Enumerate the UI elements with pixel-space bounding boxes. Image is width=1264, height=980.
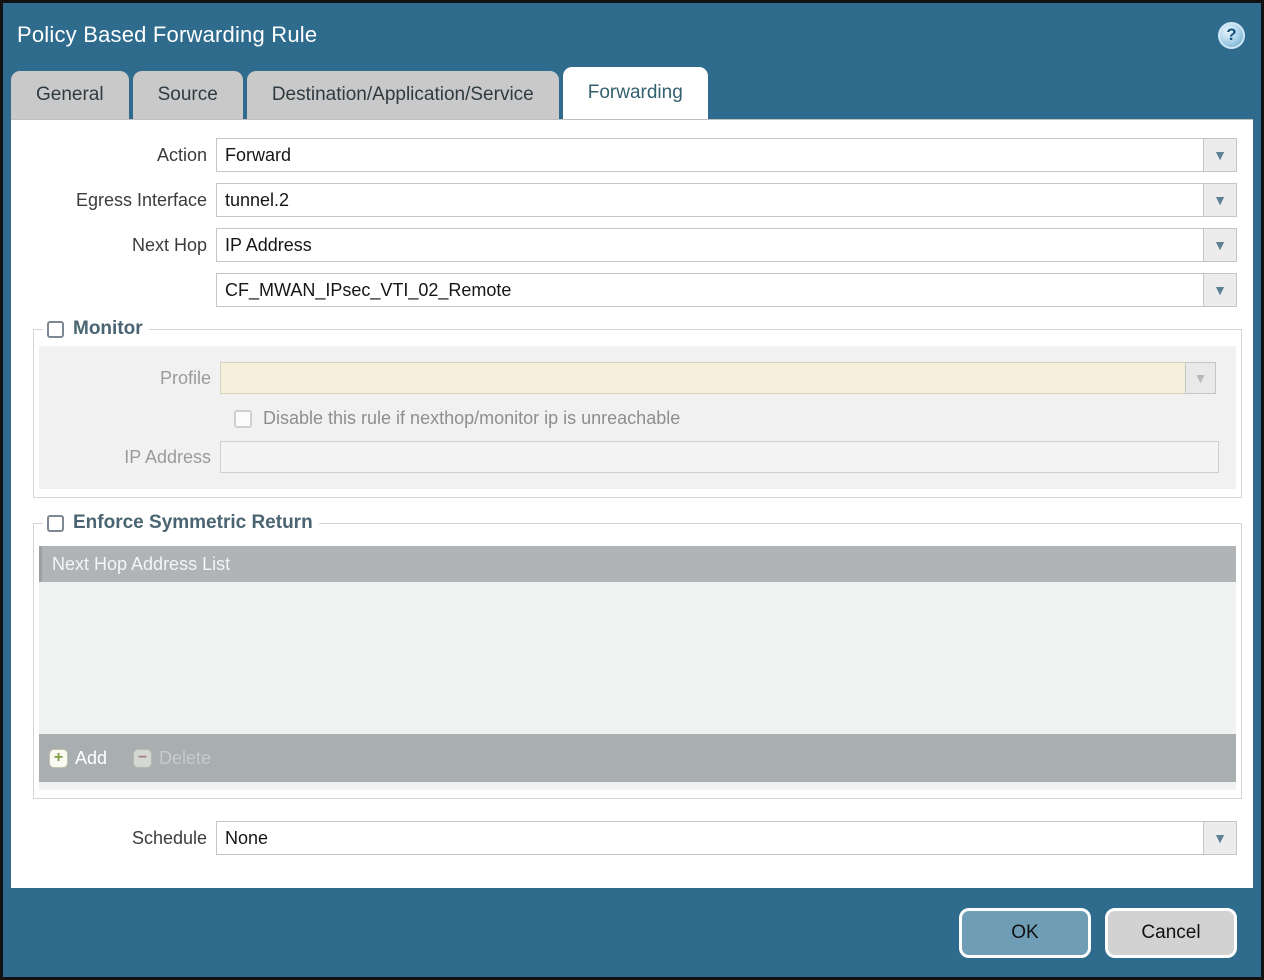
next-hop-dropdown-button[interactable]: ▼	[1203, 228, 1237, 262]
dialog-footer: OK Cancel	[3, 888, 1261, 977]
next-hop-label: Next Hop	[11, 235, 216, 256]
chevron-down-icon: ▼	[1194, 371, 1208, 385]
cancel-button[interactable]: Cancel	[1105, 908, 1237, 958]
next-hop-address-list-table: Next Hop Address List + Add − Delete	[39, 546, 1236, 790]
schedule-combo: ▼	[216, 821, 1237, 855]
title-bar: Policy Based Forwarding Rule ?	[3, 3, 1261, 67]
monitor-checkbox[interactable]	[47, 321, 64, 338]
next-hop-combo: ▼	[216, 228, 1237, 262]
monitor-ip-address-input	[220, 441, 1219, 473]
monitor-legend: Monitor	[43, 318, 149, 340]
monitor-ip-address-row: IP Address	[39, 441, 1226, 473]
monitor-section: Profile ▼ Disable this rule if nexthop/m…	[39, 346, 1236, 489]
next-hop-address-dropdown-button[interactable]: ▼	[1203, 273, 1237, 307]
tab-forwarding[interactable]: Forwarding	[563, 67, 708, 119]
help-icon[interactable]: ?	[1218, 22, 1245, 49]
chevron-down-icon: ▼	[1213, 193, 1227, 207]
add-plus-icon: +	[49, 749, 68, 768]
next-hop-address-row: ▼	[11, 273, 1253, 307]
next-hop-type-input[interactable]	[216, 228, 1204, 262]
action-combo: ▼	[216, 138, 1237, 172]
next-hop-address-list-body[interactable]	[39, 582, 1236, 734]
monitor-legend-label: Monitor	[73, 318, 143, 340]
chevron-down-icon: ▼	[1213, 283, 1227, 297]
next-hop-row: Next Hop ▼	[11, 228, 1253, 262]
profile-dropdown-button: ▼	[1185, 362, 1216, 394]
monitor-ip-address-label: IP Address	[39, 447, 220, 468]
add-button-label: Add	[75, 748, 107, 769]
tab-destination-application-service-label: Destination/Application/Service	[272, 84, 534, 106]
schedule-dropdown-button[interactable]: ▼	[1203, 821, 1237, 855]
schedule-label: Schedule	[11, 828, 216, 849]
ok-button[interactable]: OK	[959, 908, 1091, 958]
enforce-symmetric-return-legend: Enforce Symmetric Return	[43, 512, 319, 534]
enforce-symmetric-return-fieldset: Enforce Symmetric Return Next Hop Addres…	[33, 512, 1242, 799]
delete-minus-icon: −	[133, 749, 152, 768]
action-input[interactable]	[216, 138, 1204, 172]
disable-rule-checkbox	[234, 410, 252, 428]
next-hop-address-combo: ▼	[216, 273, 1237, 307]
enforce-symmetric-return-checkbox[interactable]	[47, 515, 64, 532]
egress-interface-row: Egress Interface ▼	[11, 183, 1253, 217]
profile-label: Profile	[39, 368, 220, 389]
schedule-row: Schedule ▼	[11, 821, 1253, 855]
enforce-symmetric-return-legend-label: Enforce Symmetric Return	[73, 512, 313, 534]
chevron-down-icon: ▼	[1213, 831, 1227, 845]
tab-source[interactable]: Source	[133, 71, 243, 119]
tab-general-label: General	[36, 84, 104, 106]
policy-based-forwarding-rule-dialog: Policy Based Forwarding Rule ? General S…	[0, 0, 1264, 980]
table-toolbar: + Add − Delete	[39, 734, 1236, 782]
chevron-down-icon: ▼	[1213, 238, 1227, 252]
tab-source-label: Source	[158, 84, 218, 106]
tab-forwarding-label: Forwarding	[588, 82, 683, 104]
profile-input	[220, 362, 1186, 394]
egress-interface-input[interactable]	[216, 183, 1204, 217]
action-dropdown-button[interactable]: ▼	[1203, 138, 1237, 172]
action-row: Action ▼	[11, 138, 1253, 172]
egress-interface-label: Egress Interface	[11, 190, 216, 211]
egress-interface-dropdown-button[interactable]: ▼	[1203, 183, 1237, 217]
delete-button-label: Delete	[159, 748, 211, 769]
action-label: Action	[11, 145, 216, 166]
schedule-input[interactable]	[216, 821, 1204, 855]
monitor-fieldset: Monitor Profile ▼ Disable this rule if n…	[33, 318, 1242, 498]
disable-rule-label: Disable this rule if nexthop/monitor ip …	[263, 408, 680, 429]
egress-interface-combo: ▼	[216, 183, 1237, 217]
dialog-title: Policy Based Forwarding Rule	[17, 22, 317, 48]
table-bottom-strip	[39, 782, 1236, 790]
forwarding-tab-panel: Action ▼ Egress Interface ▼ Next Hop	[11, 119, 1253, 888]
tab-destination-application-service[interactable]: Destination/Application/Service	[247, 71, 559, 119]
chevron-down-icon: ▼	[1213, 148, 1227, 162]
delete-button: − Delete	[133, 748, 211, 769]
next-hop-address-input[interactable]	[216, 273, 1204, 307]
tab-general[interactable]: General	[11, 71, 129, 119]
tab-bar: General Source Destination/Application/S…	[3, 67, 1261, 119]
profile-row: Profile ▼	[39, 362, 1226, 394]
add-button[interactable]: + Add	[49, 748, 107, 769]
disable-rule-row: Disable this rule if nexthop/monitor ip …	[234, 408, 1226, 429]
next-hop-address-list-header: Next Hop Address List	[39, 546, 1236, 582]
